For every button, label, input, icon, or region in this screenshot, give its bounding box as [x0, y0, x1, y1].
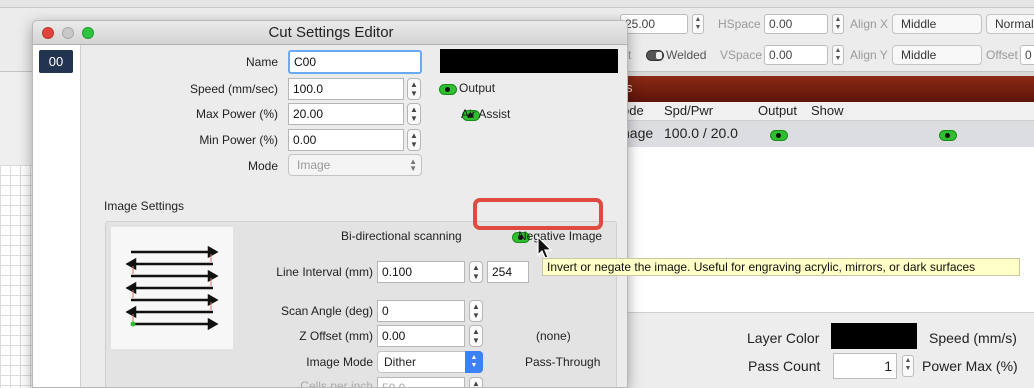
layer-show-toggle[interactable]	[938, 130, 957, 141]
align-x-select[interactable]: Middle	[892, 14, 982, 34]
air-assist-label: Air Assist	[461, 107, 511, 121]
max-power-label: Max Power (%)	[195, 107, 278, 121]
max-power-input[interactable]: 20.00	[288, 103, 404, 125]
line-interval-stepper[interactable]: ▲ ▼	[469, 261, 483, 283]
mode-value: Image	[297, 158, 331, 172]
cut-settings-list[interactable]: 00	[33, 45, 81, 387]
chevron-updown-icon: ▲ ▼	[409, 157, 417, 173]
line-interval-input[interactable]: 0.100	[377, 261, 465, 283]
vspace-stepper[interactable]: ▲ ▼	[832, 45, 844, 65]
col-output: Output	[758, 103, 798, 118]
color-swatch[interactable]	[440, 49, 618, 73]
col-spd-pwr: Spd/Pwr	[664, 103, 714, 118]
dialog-title: Cut Settings Editor	[33, 21, 627, 45]
min-power-label: Min Power (%)	[199, 133, 278, 147]
z-offset-note: (none)	[536, 329, 571, 343]
scan-angle-input[interactable]: 0	[377, 300, 465, 322]
offset-field[interactable]: 0	[1020, 45, 1034, 65]
welded-toggle[interactable]	[646, 50, 664, 61]
lpi-input[interactable]: 254	[487, 261, 529, 283]
cuts-layers-header: s	[560, 76, 1034, 102]
vspace-field[interactable]: 0.00	[764, 45, 828, 65]
output-label: Output	[459, 81, 496, 95]
layer-spd-pwr: 100.0 / 20.0	[664, 125, 738, 141]
z-offset-input[interactable]: 0.00	[377, 325, 465, 347]
scan-angle-label: Scan Angle (deg)	[280, 304, 373, 318]
image-mode-value: Dither	[384, 355, 417, 369]
minimize-button[interactable]	[62, 27, 74, 39]
z-offset-label: Z Offset (mm)	[299, 329, 373, 343]
name-input[interactable]: C00	[288, 50, 422, 74]
font-weight-select[interactable]: Normal	[986, 14, 1034, 34]
bidirectional-label: Bi-directional scanning	[341, 229, 462, 243]
image-mode-label: Image Mode	[306, 355, 373, 369]
layer-settings-panel: Layer Color Speed (mm/s) Pass Count 1 ▲ ▼…	[560, 312, 1034, 388]
speed-label: Speed (mm/sec)	[189, 82, 278, 96]
z-offset-stepper[interactable]: ▲ ▼	[469, 325, 483, 347]
scan-pattern-preview	[111, 227, 233, 349]
cells-per-inch-label: Cells per inch	[300, 379, 373, 388]
zoom-button[interactable]	[82, 27, 94, 39]
col-show: Show	[811, 103, 844, 118]
welded-label: Welded	[666, 48, 707, 62]
layer-color-swatch[interactable]	[831, 323, 917, 349]
hspace-label: HSpace	[718, 17, 761, 31]
pass-count-field[interactable]: 1	[833, 353, 897, 379]
pass-count-stepper[interactable]: ▲ ▼	[902, 355, 914, 377]
chevron-updown-icon: ▲ ▼	[465, 351, 483, 373]
layer-output-toggle[interactable]	[770, 130, 788, 141]
layers-column-headers: ode Spd/Pwr Output Show	[560, 102, 1034, 121]
align-y-select[interactable]: Middle	[892, 45, 982, 65]
close-button[interactable]	[42, 27, 54, 39]
min-power-input[interactable]: 0.00	[288, 129, 404, 151]
vspace-label: VSpace	[720, 48, 763, 62]
speed-label: Speed (mm/s)	[929, 330, 1017, 346]
size-field[interactable]: 25.00	[620, 14, 688, 34]
mouse-cursor-icon	[537, 236, 553, 259]
line-interval-label: Line Interval (mm)	[276, 265, 373, 279]
min-power-stepper[interactable]: ▲ ▼	[407, 129, 421, 151]
app-toolbar	[0, 0, 1034, 8]
layer-row[interactable]: nage 100.0 / 20.0	[560, 121, 1034, 147]
negative-image-tooltip: Invert or negate the image. Useful for e…	[542, 258, 1020, 276]
layer-color-label: Layer Color	[747, 330, 820, 346]
image-settings-title: Image Settings	[104, 199, 185, 213]
speed-stepper[interactable]: ▲ ▼	[407, 78, 421, 100]
cut-settings-item-00[interactable]: 00	[39, 50, 73, 73]
offset-label: Offset	[986, 48, 1018, 62]
layers-list-area	[560, 147, 1034, 312]
power-max-label: Power Max (%)	[922, 358, 1018, 374]
workspace-grid[interactable]	[0, 165, 34, 388]
mode-label: Mode	[247, 159, 278, 173]
pass-through-label: Pass-Through	[525, 355, 601, 369]
speed-input[interactable]: 100.0	[288, 78, 404, 100]
name-label: Name	[245, 55, 278, 69]
align-x-label: Align X	[850, 17, 889, 31]
max-power-stepper[interactable]: ▲ ▼	[407, 103, 421, 125]
negative-image-highlight	[473, 198, 603, 230]
hspace-stepper[interactable]: ▲ ▼	[832, 14, 844, 34]
negative-image-label: Negative Image	[518, 229, 603, 243]
image-mode-select[interactable]: Dither ▲ ▼	[377, 351, 483, 373]
cells-per-inch-input[interactable]: 50.0	[377, 377, 465, 387]
output-toggle[interactable]	[439, 84, 457, 95]
hspace-field[interactable]: 0.00	[764, 14, 828, 34]
mode-select[interactable]: Image ▲ ▼	[288, 154, 422, 176]
cells-per-inch-stepper[interactable]: ▲▼	[469, 377, 483, 387]
size-stepper[interactable]: ▲ ▼	[692, 14, 704, 34]
scan-angle-stepper[interactable]: ▲ ▼	[469, 300, 483, 322]
align-y-label: Align Y	[850, 48, 888, 62]
pass-count-label: Pass Count	[748, 358, 821, 374]
scan-pattern-icon	[125, 245, 219, 331]
